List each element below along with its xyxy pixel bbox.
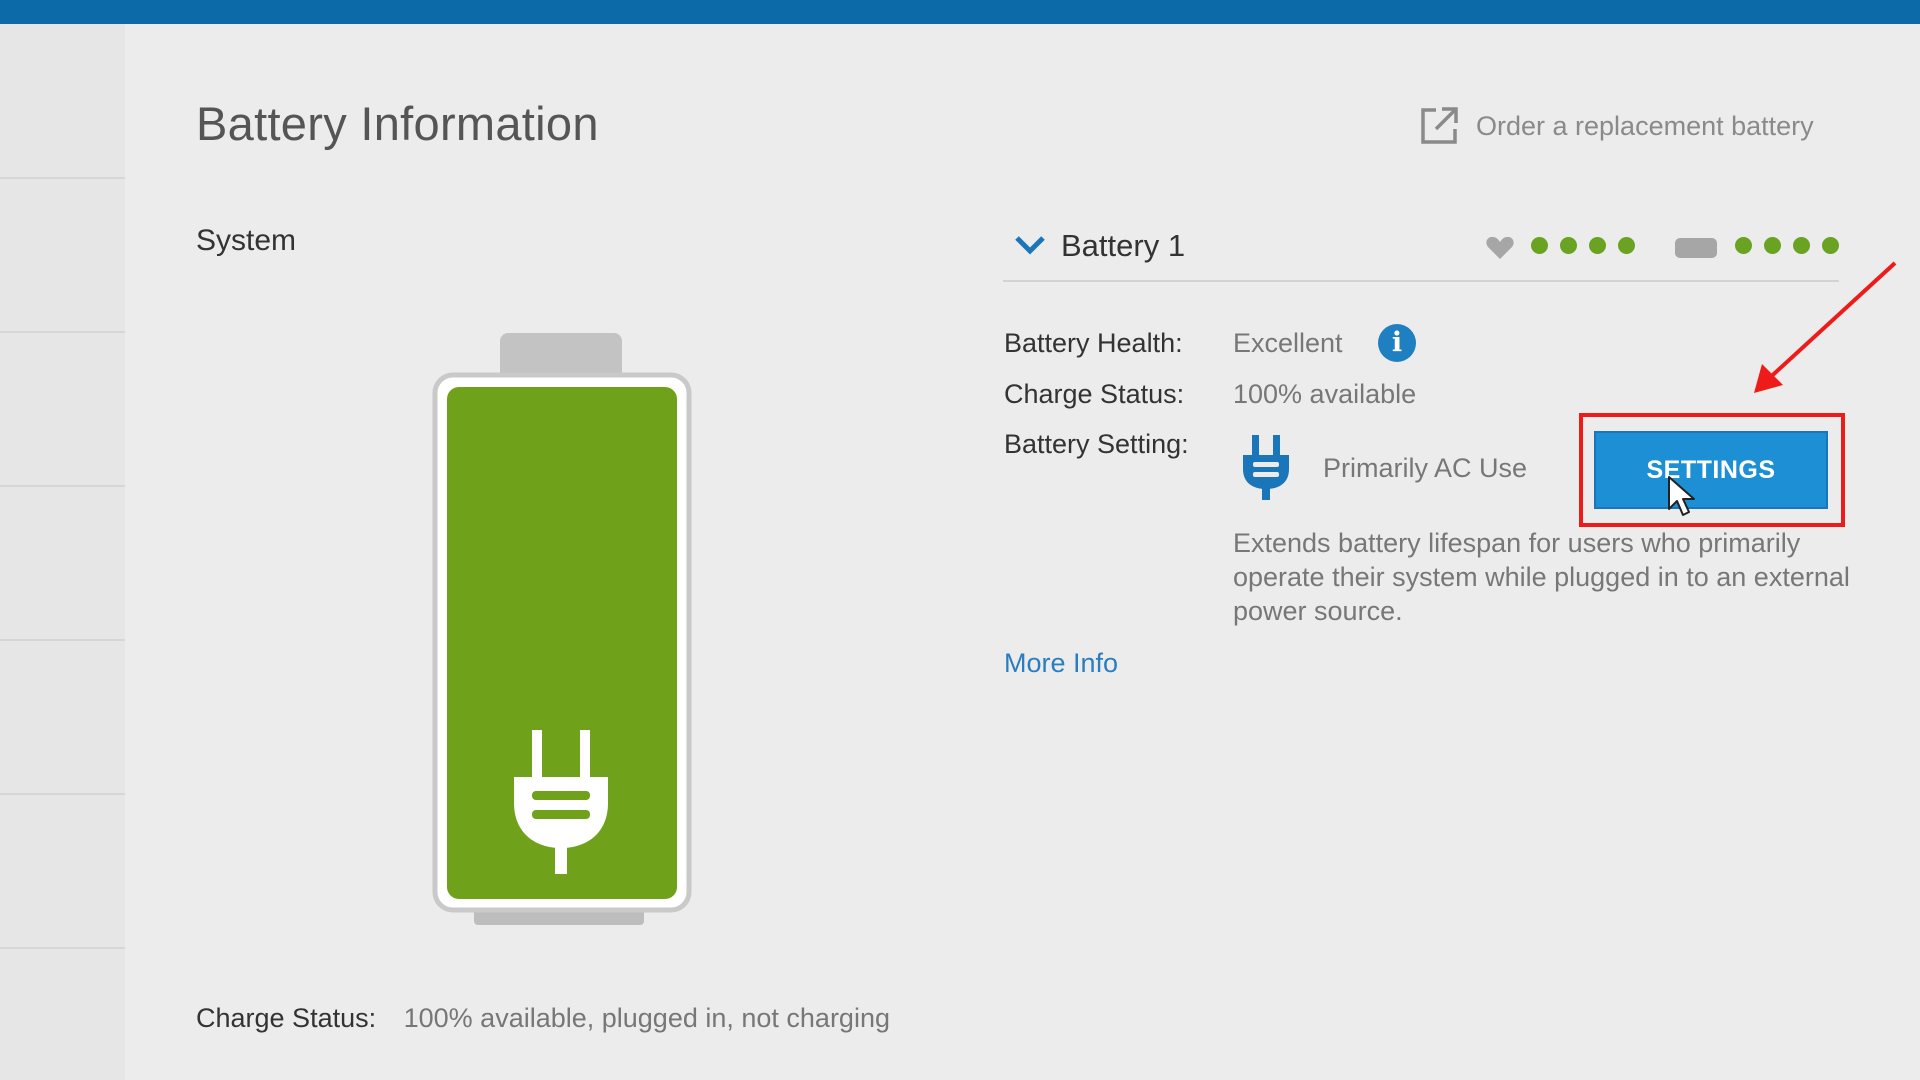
system-battery-icon: [432, 333, 692, 925]
more-info-link[interactable]: More Info: [1004, 648, 1118, 679]
charge-rating-dot: [1735, 237, 1752, 254]
health-rating-dots: [1519, 237, 1635, 259]
top-bar: [0, 0, 1920, 24]
mouse-cursor-icon: [1668, 476, 1695, 516]
battery-setting-label: Battery Setting:: [1004, 429, 1189, 459]
charge-rating-dot: [1793, 237, 1810, 254]
ac-plug-icon: [1243, 435, 1289, 500]
health-rating-dot: [1589, 237, 1606, 254]
nav-divider: [0, 331, 125, 333]
nav-divider: [0, 947, 125, 949]
order-link-label: Order a replacement battery: [1476, 110, 1814, 141]
charge-status-label: Charge Status:: [196, 1003, 377, 1033]
left-nav-panel: [0, 24, 125, 1080]
charge-status-value: 100% available, plugged in, not charging: [403, 1003, 890, 1033]
red-arrow-annotation: [1754, 261, 1897, 393]
nav-divider: [0, 639, 125, 641]
order-replacement-battery-link[interactable]: Order a replacement battery: [1418, 105, 1814, 147]
external-link-icon: [1421, 107, 1458, 144]
system-section-label: System: [196, 224, 297, 257]
chevron-down-icon[interactable]: [1013, 232, 1047, 258]
charge-rating-dot: [1764, 237, 1781, 254]
battery-health-label: Battery Health:: [1004, 328, 1183, 358]
nav-divider: [0, 793, 125, 795]
page-title: Battery Information: [196, 97, 599, 150]
battery-health-value: Excellent: [1233, 328, 1343, 358]
charge-status-value: 100% available: [1233, 379, 1417, 409]
heart-icon: [1486, 236, 1514, 259]
battery-panel-header: Battery 1: [1003, 222, 1839, 282]
health-rating-dot: [1618, 237, 1635, 254]
charge-status-label: Charge Status:: [1004, 379, 1185, 409]
battery-title: Battery 1: [1061, 228, 1186, 263]
system-charge-status: Charge Status: 100% available, plugged i…: [196, 1003, 890, 1034]
nav-divider: [0, 177, 125, 179]
battery-setting-value: Primarily AC Use: [1323, 453, 1528, 483]
info-icon[interactable]: i: [1378, 324, 1416, 362]
setting-description: Extends battery lifespan for users who p…: [1233, 528, 1850, 626]
battery-level-icon: [1675, 238, 1717, 258]
charge-rating-dot: [1822, 237, 1839, 254]
settings-button[interactable]: SETTINGS: [1594, 431, 1828, 509]
health-rating-dot: [1560, 237, 1577, 254]
nav-divider: [0, 485, 125, 487]
health-rating-dot: [1531, 237, 1548, 254]
